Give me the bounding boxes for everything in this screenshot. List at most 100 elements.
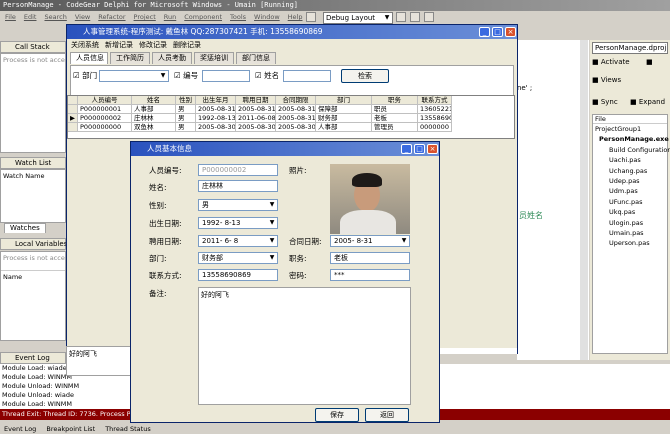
grid-cell[interactable]: 男: [176, 105, 196, 114]
watches-tab[interactable]: Watches: [4, 223, 46, 233]
grid-cell[interactable]: 管理员: [372, 123, 418, 132]
grid-header-cell[interactable]: 合同期限: [276, 96, 316, 105]
grid-cell[interactable]: 老板: [372, 114, 418, 123]
ide-menu-item[interactable]: Edit: [24, 13, 37, 21]
grid-cell[interactable]: P000000001: [78, 105, 132, 114]
grid-cell[interactable]: P000000002: [78, 114, 132, 123]
grid-cell[interactable]: 庄林林: [132, 114, 176, 123]
toolbar-icon[interactable]: [410, 12, 420, 22]
phone-field[interactable]: 13558690869: [198, 269, 278, 281]
tab-1[interactable]: 工作简历: [110, 52, 150, 64]
grid-cell[interactable]: 2005-08-31: [236, 105, 276, 114]
project-tree-item[interactable]: Uchang.pas: [593, 166, 667, 176]
tab-thread-status[interactable]: Thread Status: [105, 425, 151, 433]
grid-cell[interactable]: 2005-08-31: [276, 114, 316, 123]
position-field[interactable]: 老板: [330, 252, 410, 264]
code-editor[interactable]: ne' ; 员姓名: [517, 40, 589, 360]
main-menu-item[interactable]: 删除记录: [173, 41, 201, 49]
project-tree-item[interactable]: Uperson.pas: [593, 238, 667, 248]
grid-header-cell[interactable]: 人员编号: [78, 96, 132, 105]
project-tree-item[interactable]: PersonManage.exe: [593, 134, 669, 144]
tab-2[interactable]: 人员考勤: [152, 52, 192, 64]
grid-cell[interactable]: 2005-08-31: [276, 105, 316, 114]
back-button[interactable]: 返回: [365, 408, 409, 422]
tab-4[interactable]: 部门信息: [236, 52, 276, 64]
id-filter-label[interactable]: ☑ 编号: [174, 70, 198, 81]
birth-date-picker[interactable]: 1992- 8-13 ▼: [198, 217, 278, 229]
grid-cell[interactable]: 2011-06-08: [236, 114, 276, 123]
main-menu-item[interactable]: 新增记录: [105, 41, 133, 49]
hire-date-picker[interactable]: 2011- 6- 8 ▼: [198, 235, 278, 247]
gender-select[interactable]: 男 ▼: [198, 199, 278, 211]
grid-cell[interactable]: 职员: [372, 105, 418, 114]
main-menu-item[interactable]: 关闭系统: [71, 41, 99, 49]
ide-menu-item[interactable]: Run: [164, 13, 176, 21]
close-icon[interactable]: ×: [505, 27, 516, 37]
editor-scrollbar[interactable]: [580, 40, 588, 360]
grid-header-cell[interactable]: 部门: [316, 96, 372, 105]
tab-3[interactable]: 奖惩培训: [194, 52, 234, 64]
project-tree-item[interactable]: Udm.pas: [593, 186, 667, 196]
sync-button[interactable]: ■ Sync: [592, 98, 618, 106]
dept-select[interactable]: 财务部 ▼: [198, 252, 278, 264]
search-button[interactable]: 检索: [341, 69, 389, 83]
name-filter-label[interactable]: ☑ 姓名: [255, 70, 279, 81]
grid-cell[interactable]: 双鱼林: [132, 123, 176, 132]
toolbar-icon[interactable]: [306, 12, 316, 22]
project-tree-item[interactable]: Umain.pas: [593, 228, 667, 238]
project-tree-item[interactable]: Ulogin.pas: [593, 218, 667, 228]
layout-select[interactable]: Debug Layout ▼: [323, 12, 393, 24]
grid-header-cell[interactable]: 联系方式: [418, 96, 452, 105]
grid-cell[interactable]: 2005-08-30: [276, 123, 316, 132]
password-field[interactable]: ***: [330, 269, 410, 281]
grid-cell[interactable]: 2005-08-31: [196, 105, 236, 114]
dept-filter-select[interactable]: ▼: [99, 70, 169, 82]
grid-cell[interactable]: 2005-08-30: [236, 123, 276, 132]
minimize-icon[interactable]: _: [479, 27, 490, 37]
tab-0[interactable]: 人员信息: [70, 52, 108, 64]
ide-menu-item[interactable]: File: [5, 13, 16, 21]
ide-menu-item[interactable]: Component: [184, 13, 222, 21]
expand-button[interactable]: ■ Expand: [630, 98, 665, 106]
project-tree-item[interactable]: ProjectGroup1: [593, 124, 667, 134]
person-grid[interactable]: 人员编号 姓名 性别 出生年月 聘用日期 合同期限 部门 职务 联系方式 P000000001 人事…: [67, 95, 515, 139]
note-textarea[interactable]: 好的阿飞: [198, 287, 411, 405]
maximize-icon[interactable]: □: [414, 144, 425, 154]
ide-menu-item[interactable]: Search: [44, 13, 66, 21]
grid-cell[interactable]: 男: [176, 123, 196, 132]
grid-cell[interactable]: 人事部: [316, 123, 372, 132]
grid-cell[interactable]: 13558690: [418, 114, 452, 123]
close-icon[interactable]: ×: [427, 144, 438, 154]
grid-header-cell[interactable]: 职务: [372, 96, 418, 105]
toolbar-icon[interactable]: [396, 12, 406, 22]
tab-event-log[interactable]: Event Log: [4, 425, 36, 433]
project-tree-item[interactable]: UFunc.pas: [593, 197, 667, 207]
activate-button[interactable]: ■ Activate: [592, 58, 630, 66]
grid-cell[interactable]: P000000000: [78, 123, 132, 132]
grid-cell[interactable]: 财务部: [316, 114, 372, 123]
name-filter-input[interactable]: [283, 70, 331, 82]
grid-header-cell[interactable]: 性别: [176, 96, 196, 105]
id-filter-input[interactable]: [202, 70, 250, 82]
views-button[interactable]: ■ Views: [592, 76, 621, 84]
project-tree-item[interactable]: Ukq.pas: [593, 207, 667, 217]
save-button[interactable]: 保存: [315, 408, 359, 422]
ide-menu-item[interactable]: Tools: [230, 13, 246, 21]
contract-date-picker[interactable]: 2005- 8-31 ▼: [330, 235, 410, 247]
memo-box[interactable]: 好的阿飞: [66, 346, 136, 376]
grid-cell[interactable]: 1992-08-13: [196, 114, 236, 123]
dept-filter-label[interactable]: ☑ 部门: [73, 70, 97, 81]
project-tree-item[interactable]: Udep.pas: [593, 176, 667, 186]
tab-breakpoint-list[interactable]: Breakpoint List: [46, 425, 95, 433]
ide-menu-item[interactable]: Help: [288, 13, 303, 21]
project-select[interactable]: PersonManage.dproj: [592, 42, 668, 54]
grid-header-cell[interactable]: 出生年月: [196, 96, 236, 105]
new-button[interactable]: ■: [646, 58, 653, 66]
grid-cell[interactable]: 人事部: [132, 105, 176, 114]
ide-menu-item[interactable]: Refactor: [98, 13, 125, 21]
name-field[interactable]: 庄林林: [198, 180, 278, 192]
grid-cell[interactable]: 男: [176, 114, 196, 123]
grid-cell[interactable]: 保障部: [316, 105, 372, 114]
toolbar-icon[interactable]: [424, 12, 434, 22]
ide-menu-item[interactable]: Project: [134, 13, 156, 21]
